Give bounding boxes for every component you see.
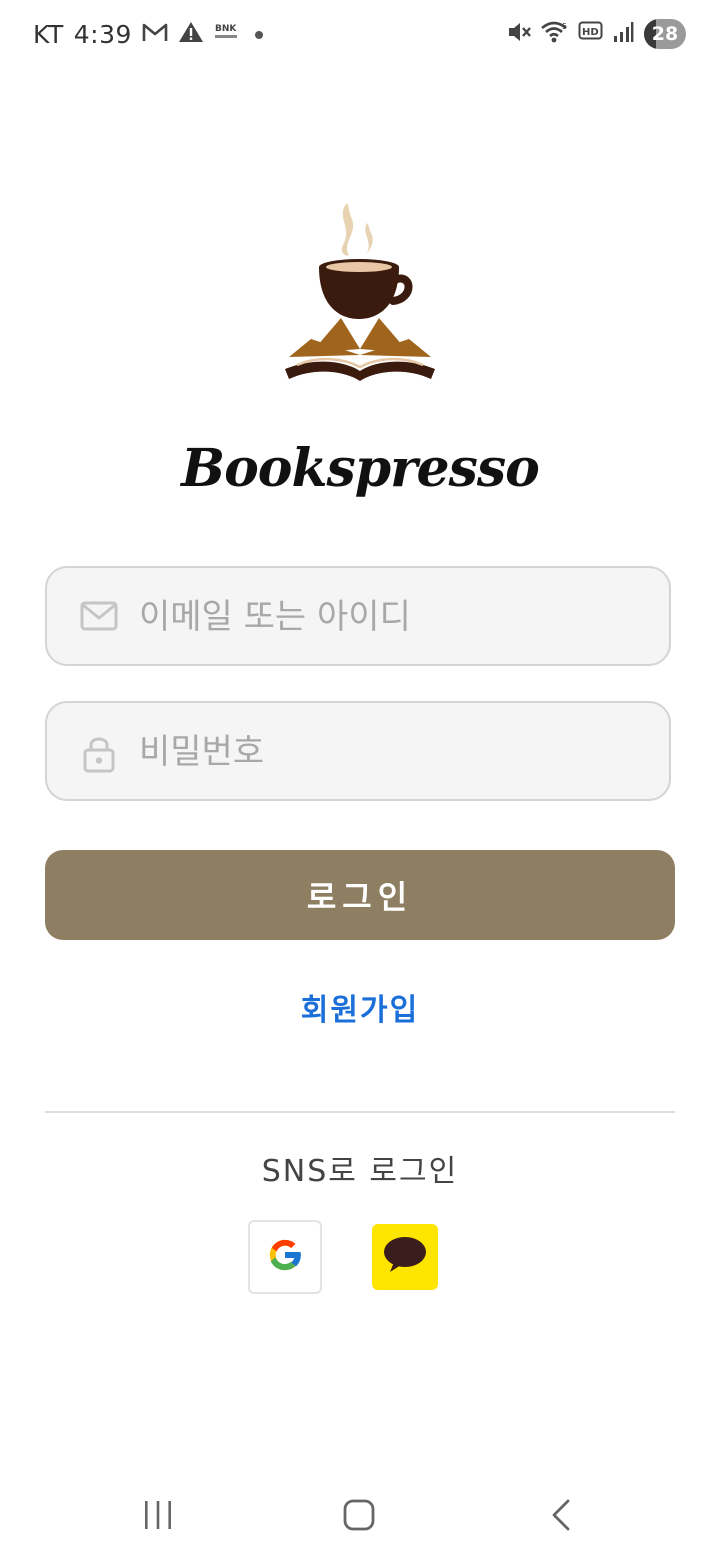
email-input[interactable]: [137, 568, 651, 666]
carrier-label: KT: [33, 19, 64, 49]
status-bar-left: KT 4:39 BNK: [33, 16, 264, 52]
notification-dot-icon: [254, 25, 264, 44]
battery-level-label: 28: [651, 23, 679, 45]
sns-login-label: SNS로 로그인: [261, 1154, 459, 1189]
gmail-icon: [142, 21, 168, 47]
warning-icon: [178, 20, 204, 48]
clock: 4:39: [73, 19, 132, 49]
signup-link[interactable]: 회원가입: [0, 985, 720, 1029]
divider: [45, 1111, 675, 1113]
kakao-login-button[interactable]: [372, 1224, 438, 1290]
recents-icon: [142, 1498, 174, 1536]
mail-icon: [79, 598, 119, 638]
status-bar-right: 5 HD 28: [498, 16, 686, 52]
lock-icon: [79, 733, 119, 777]
hd-voice-icon: HD: [578, 20, 604, 48]
password-field[interactable]: [45, 701, 671, 801]
password-input[interactable]: [137, 703, 651, 801]
battery-icon: 28: [644, 19, 686, 49]
status-bar: KT 4:39 BNK 5 HD 28: [0, 0, 720, 68]
login-button[interactable]: 로그인: [45, 850, 675, 940]
svg-text:5: 5: [562, 22, 567, 31]
recents-button[interactable]: [128, 1492, 188, 1542]
bnk-bank-icon: BNK: [214, 21, 240, 47]
home-icon: [342, 1498, 376, 1536]
google-icon: [265, 1235, 305, 1279]
signal-icon: [612, 20, 634, 48]
coffee-book-logo-icon: [275, 195, 445, 390]
svg-text:BNK: BNK: [215, 24, 237, 34]
email-field[interactable]: [45, 566, 671, 666]
google-login-button[interactable]: [248, 1220, 322, 1294]
home-button[interactable]: [329, 1492, 389, 1542]
navigation-bar: [0, 1470, 720, 1560]
app-title: Bookspresso: [181, 438, 540, 499]
kakao-icon: [382, 1235, 428, 1279]
back-icon: [549, 1498, 573, 1536]
wifi-icon: 5: [540, 19, 570, 49]
back-button[interactable]: [531, 1492, 591, 1542]
mute-icon: [506, 19, 532, 49]
svg-text:HD: HD: [582, 27, 599, 38]
